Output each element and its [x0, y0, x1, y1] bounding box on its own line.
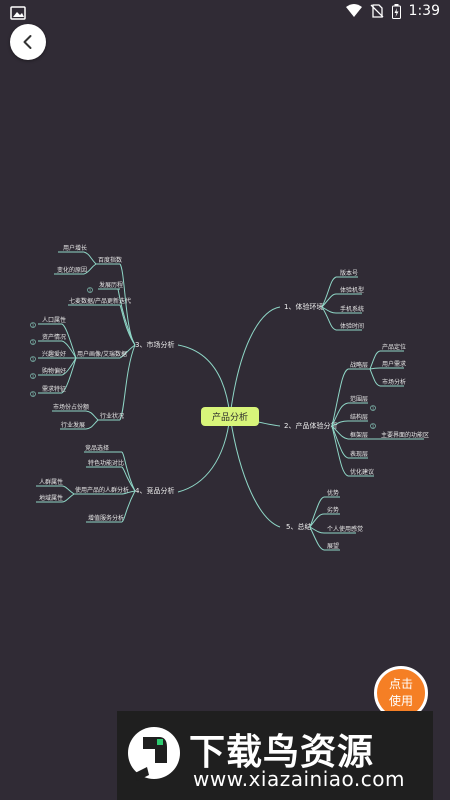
collapse-badge-count: 1 [32, 357, 35, 362]
market-branch-label[interactable]: 3、市场分析 [135, 340, 174, 349]
summary-branch-label[interactable]: 5、总结 [286, 522, 311, 531]
experience-suggestion[interactable]: 优化建议 [350, 468, 374, 476]
experience-structure[interactable]: 结构层 [350, 413, 368, 421]
market-develop[interactable]: 行业发展 [61, 421, 85, 429]
compete-user-analysis[interactable]: 使用产品的人群分析 [75, 486, 129, 494]
collapse-badge-count: 1 [372, 424, 375, 429]
collapse-badge-count: 1 [372, 406, 375, 411]
watermark-url: www.xiazainiao.com [193, 767, 405, 791]
summary-disadvantage[interactable]: 劣势 [327, 506, 339, 514]
compete-branch-label[interactable]: 4、竞品分析 [135, 486, 174, 495]
summary-outlook[interactable]: 展望 [327, 542, 339, 550]
mindmap-root-label: 产品分析 [212, 411, 248, 423]
compete-crowd[interactable]: 人群属性 [39, 478, 63, 486]
bird-logo-icon [128, 727, 180, 781]
market-portrait[interactable]: 用户画像/艾瑞数据 [77, 350, 127, 358]
experience-strategy[interactable]: 战略层 [350, 361, 368, 369]
experience-user-need[interactable]: 用户需求 [382, 360, 406, 368]
market-dev-history[interactable]: 发展历程 [99, 281, 123, 289]
compete-feature[interactable]: 特色功能对比 [88, 459, 124, 467]
collapse-badge-count: 1 [89, 288, 92, 293]
summary-personal[interactable]: 个人使用感觉 [327, 525, 363, 533]
market-seven-data[interactable]: 七麦数据/产品更新迭代 [69, 297, 131, 305]
experience-branch-label[interactable]: 2、产品体验分析 [284, 421, 337, 430]
market-asset[interactable]: 资产情况 [42, 333, 66, 341]
collapse-badge-count: 1 [32, 323, 35, 328]
compete-region[interactable]: 地域属性 [39, 494, 63, 502]
experience-market-need[interactable]: 市场分析 [382, 378, 406, 386]
env-branch-label[interactable]: 1、体验环境 [284, 302, 323, 311]
market-interest[interactable]: 兴趣爱好 [42, 350, 66, 358]
click-use-label-1: 点击 [388, 677, 413, 691]
experience-scope[interactable]: 范围层 [350, 395, 368, 403]
market-pop[interactable]: 人口属性 [42, 316, 66, 324]
compete-value-service[interactable]: 增值服务分析 [88, 514, 124, 522]
env-os[interactable]: 手机系统 [340, 305, 364, 313]
market-industry-status[interactable]: 行业状况 [100, 412, 124, 420]
market-baidu[interactable]: 百度指数 [98, 256, 122, 264]
market-change-reason[interactable]: 变化的原因 [57, 266, 87, 274]
collapse-badge-count: 1 [32, 392, 35, 397]
env-version[interactable]: 版本号 [340, 269, 358, 277]
market-shopping[interactable]: 购物偏好 [42, 367, 66, 375]
env-model[interactable]: 体验机型 [340, 286, 364, 294]
experience-positioning[interactable]: 产品定位 [382, 343, 406, 351]
click-use-label-2: 使用 [388, 694, 413, 708]
collapse-badge-count: 1 [32, 374, 35, 379]
watermark-banner: 下载鸟资源 www.xiazainiao.com [117, 711, 433, 800]
experience-main-ui[interactable]: 主要界面的功能区 [381, 431, 429, 439]
collapse-badge-count: 1 [32, 340, 35, 345]
summary-advantage[interactable]: 优势 [327, 489, 339, 497]
experience-framework[interactable]: 框架层 [350, 431, 368, 439]
compete-select[interactable]: 竞品选择 [85, 444, 109, 452]
market-user-growth[interactable]: 用户增长 [63, 244, 87, 252]
market-demand[interactable]: 需求特征 [42, 385, 66, 393]
env-time[interactable]: 体验时间 [340, 322, 364, 330]
experience-surface[interactable]: 表现层 [350, 450, 368, 458]
market-share[interactable]: 市场份占份额 [53, 403, 89, 411]
